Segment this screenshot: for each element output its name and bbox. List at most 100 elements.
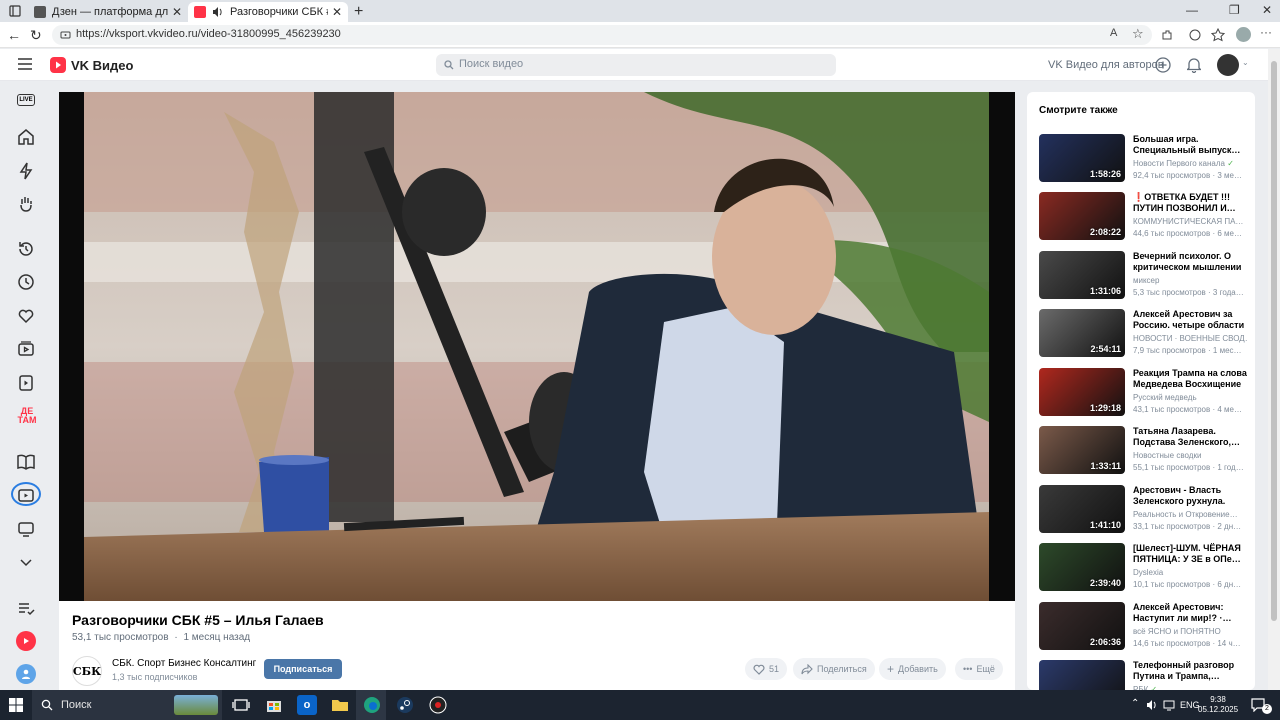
related-video-item[interactable]: 2:54:11 Алексей Арестович за Россию. четы… xyxy=(1039,309,1251,361)
related-video-channel[interactable]: всё ЯСНО и ПОНЯТНО xyxy=(1133,627,1247,636)
network-icon[interactable] xyxy=(1163,699,1175,711)
related-video-title[interactable]: [Шелест]-ШУМ. ЧЁРНАЯ ПЯТНИЦА: У ЗЕ в ОПе… xyxy=(1133,543,1247,565)
related-video-title[interactable]: ❗ОТВЕТКА БУДЕТ !!! ПУТИН ПОЗВОНИЛ И… xyxy=(1133,192,1247,214)
related-video-thumbnail[interactable]: 1:29:18 xyxy=(1039,368,1125,416)
share-button[interactable]: Поделиться xyxy=(793,658,875,680)
related-video-channel[interactable]: КОММУНИСТИЧЕСКАЯ ПА… xyxy=(1133,217,1247,226)
related-video-channel[interactable]: Новостные сводки xyxy=(1133,451,1247,460)
watch-later-clock-icon[interactable] xyxy=(16,272,36,292)
related-video-item[interactable]: 2:39:40 [Шелест]-ШУМ. ЧЁРНАЯ ПЯТНИЦА: У З… xyxy=(1039,543,1251,595)
related-video-item[interactable]: 1:41:10 Арестович - Власть Зеленского рух… xyxy=(1039,485,1251,537)
video-player[interactable] xyxy=(59,92,1015,601)
related-video-item[interactable]: 2:06:36 Алексей Арестович: Наступит ли ми… xyxy=(1039,602,1251,654)
tv-icon[interactable] xyxy=(16,519,36,539)
windows-start-icon[interactable] xyxy=(9,698,23,712)
related-video-thumbnail[interactable]: 1:33:11 xyxy=(1039,426,1125,474)
favorites-icon[interactable] xyxy=(1211,28,1225,42)
related-video-channel[interactable]: Новости Первого канала ✓ xyxy=(1133,159,1247,168)
related-video-thumbnail[interactable]: 1:41:10 xyxy=(1039,485,1125,533)
lightning-icon[interactable] xyxy=(16,161,36,181)
scrollbar-thumb[interactable] xyxy=(1271,61,1277,621)
related-video-channel[interactable]: Dyslexia xyxy=(1133,568,1247,577)
user-profile-icon[interactable] xyxy=(16,664,36,684)
language-indicator[interactable]: ENG xyxy=(1180,700,1200,710)
channel-avatar[interactable]: СБК xyxy=(72,656,102,686)
vk-video-logo[interactable]: VK Видео xyxy=(50,57,133,73)
tab-vkvideo[interactable]: Разговорчики СБК #5 – Ил ✕ xyxy=(188,2,348,22)
related-video-title[interactable]: Телефонный разговор Путина и Трампа,… xyxy=(1133,660,1247,682)
steam-icon[interactable] xyxy=(395,695,415,715)
outlook-icon[interactable]: o xyxy=(297,695,317,715)
for-authors-link[interactable]: VK Видео для авторов xyxy=(1048,59,1164,71)
maximize-window-icon[interactable]: ❐ xyxy=(1229,3,1240,17)
related-video-title[interactable]: Реакция Трампа на слова Медведева Восхищ… xyxy=(1133,368,1247,390)
edge-browser-icon[interactable] xyxy=(362,695,382,715)
related-video-title[interactable]: Татьяна Лазарева. Подстава Зеленского,… xyxy=(1133,426,1247,448)
minimize-window-icon[interactable]: — xyxy=(1186,3,1198,17)
related-video-channel[interactable]: НОВОСТИ · ВОЕННЫЕ СВОД… xyxy=(1133,334,1247,343)
notifications-bell-icon[interactable] xyxy=(1187,57,1201,73)
page-scrollbar[interactable] xyxy=(1268,49,1280,690)
hamburger-menu-icon[interactable] xyxy=(18,58,32,70)
kids-detam-logo[interactable]: ДЕ ТАМ xyxy=(15,407,39,427)
related-video-thumbnail[interactable] xyxy=(1039,660,1125,690)
related-video-item[interactable]: 1:29:18 Реакция Трампа на слова Медведева… xyxy=(1039,368,1251,420)
close-tab-icon[interactable]: ✕ xyxy=(332,5,342,19)
expand-more-icon[interactable] xyxy=(16,552,36,572)
taskbar-search[interactable]: Поиск xyxy=(32,690,222,720)
sidebar-live-icon[interactable]: LIVE xyxy=(17,94,35,106)
related-video-item[interactable]: 1:58:26 Большая игра. Специальный выпуск…… xyxy=(1039,134,1251,186)
close-tab-icon[interactable]: ✕ xyxy=(172,5,182,19)
user-avatar[interactable] xyxy=(1217,54,1239,76)
playlist-check-icon[interactable] xyxy=(16,598,36,618)
related-video-thumbnail[interactable]: 1:31:06 xyxy=(1039,251,1125,299)
search-input[interactable]: Поиск видео xyxy=(436,54,836,76)
chevron-down-icon[interactable]: ⌄ xyxy=(1242,58,1249,67)
related-video-channel[interactable]: Русский медведь xyxy=(1133,393,1247,402)
related-video-title[interactable]: Алексей Арестович: Наступит ли мир!? ·… xyxy=(1133,602,1247,624)
liked-heart-icon[interactable] xyxy=(16,306,36,326)
obs-icon[interactable] xyxy=(428,695,448,715)
related-video-title[interactable]: Большая игра. Специальный выпуск… xyxy=(1133,134,1247,156)
tab-dzen[interactable]: Дзен — платформа для просмо ✕ xyxy=(28,2,188,22)
profile-avatar[interactable] xyxy=(1236,27,1251,42)
related-video-thumbnail[interactable]: 2:54:11 xyxy=(1039,309,1125,357)
audio-playing-icon[interactable] xyxy=(212,6,224,18)
related-video-channel[interactable]: миксер xyxy=(1133,276,1247,285)
book-icon[interactable] xyxy=(16,452,36,472)
system-clock[interactable]: 9:38 05.12.2025 xyxy=(1198,695,1238,715)
vk-clips-icon[interactable] xyxy=(16,631,36,651)
related-video-item[interactable]: 1:33:11 Татьяна Лазарева. Подстава Зеленс… xyxy=(1039,426,1251,478)
new-tab-button[interactable]: + xyxy=(354,3,363,21)
channel-name[interactable]: СБК. Спорт Бизнес Консалтинг xyxy=(112,658,256,669)
task-view-icon[interactable] xyxy=(231,695,251,715)
file-explorer-icon[interactable] xyxy=(330,695,350,715)
related-video-item[interactable]: 1:31:06 Вечерний психолог. О критическом … xyxy=(1039,251,1251,303)
related-video-thumbnail[interactable]: 2:06:36 xyxy=(1039,602,1125,650)
related-video-thumbnail[interactable]: 1:58:26 xyxy=(1039,134,1125,182)
tab-actions-icon[interactable] xyxy=(8,4,22,18)
browser-menu-icon[interactable]: ··· xyxy=(1260,25,1272,39)
related-video-channel[interactable]: Реальность и Откровение… xyxy=(1133,510,1247,519)
upload-plus-icon[interactable] xyxy=(1155,57,1171,73)
related-video-title[interactable]: Алексей Арестович за Россию. четыре обла… xyxy=(1133,309,1247,331)
related-video-title[interactable]: Арестович - Власть Зеленского рухнула. Ч… xyxy=(1133,485,1247,507)
related-video-thumbnail[interactable]: 2:39:40 xyxy=(1039,543,1125,591)
volume-icon[interactable] xyxy=(1146,699,1158,711)
related-video-item[interactable]: 2:08:22 ❗ОТВЕТКА БУДЕТ !!! ПУТИН ПОЗВОНИЛ… xyxy=(1039,192,1251,244)
more-button[interactable]: ••• Ещё xyxy=(955,658,1003,680)
tray-chevron-up-icon[interactable]: ⌃ xyxy=(1131,698,1139,709)
related-video-item[interactable]: Телефонный разговор Путина и Трампа,… РБК… xyxy=(1039,660,1251,690)
home-icon[interactable] xyxy=(16,127,36,147)
like-button[interactable]: 51 xyxy=(745,658,788,680)
history-icon[interactable] xyxy=(16,239,36,259)
favorite-star-icon[interactable]: ☆ xyxy=(1132,26,1144,42)
subscribe-button[interactable]: Подписаться xyxy=(264,659,342,679)
read-aloud-icon[interactable]: A xyxy=(1110,27,1117,39)
microsoft-store-icon[interactable] xyxy=(264,695,284,715)
reload-icon[interactable]: ↻ xyxy=(30,27,42,44)
extensions-icon[interactable] xyxy=(1160,28,1174,42)
address-bar[interactable]: https://vksport.vkvideo.ru/video-3180099… xyxy=(52,25,1152,45)
subscriptions-icon[interactable] xyxy=(16,339,36,359)
related-video-title[interactable]: Вечерний психолог. О критическом мышлени… xyxy=(1133,251,1247,273)
